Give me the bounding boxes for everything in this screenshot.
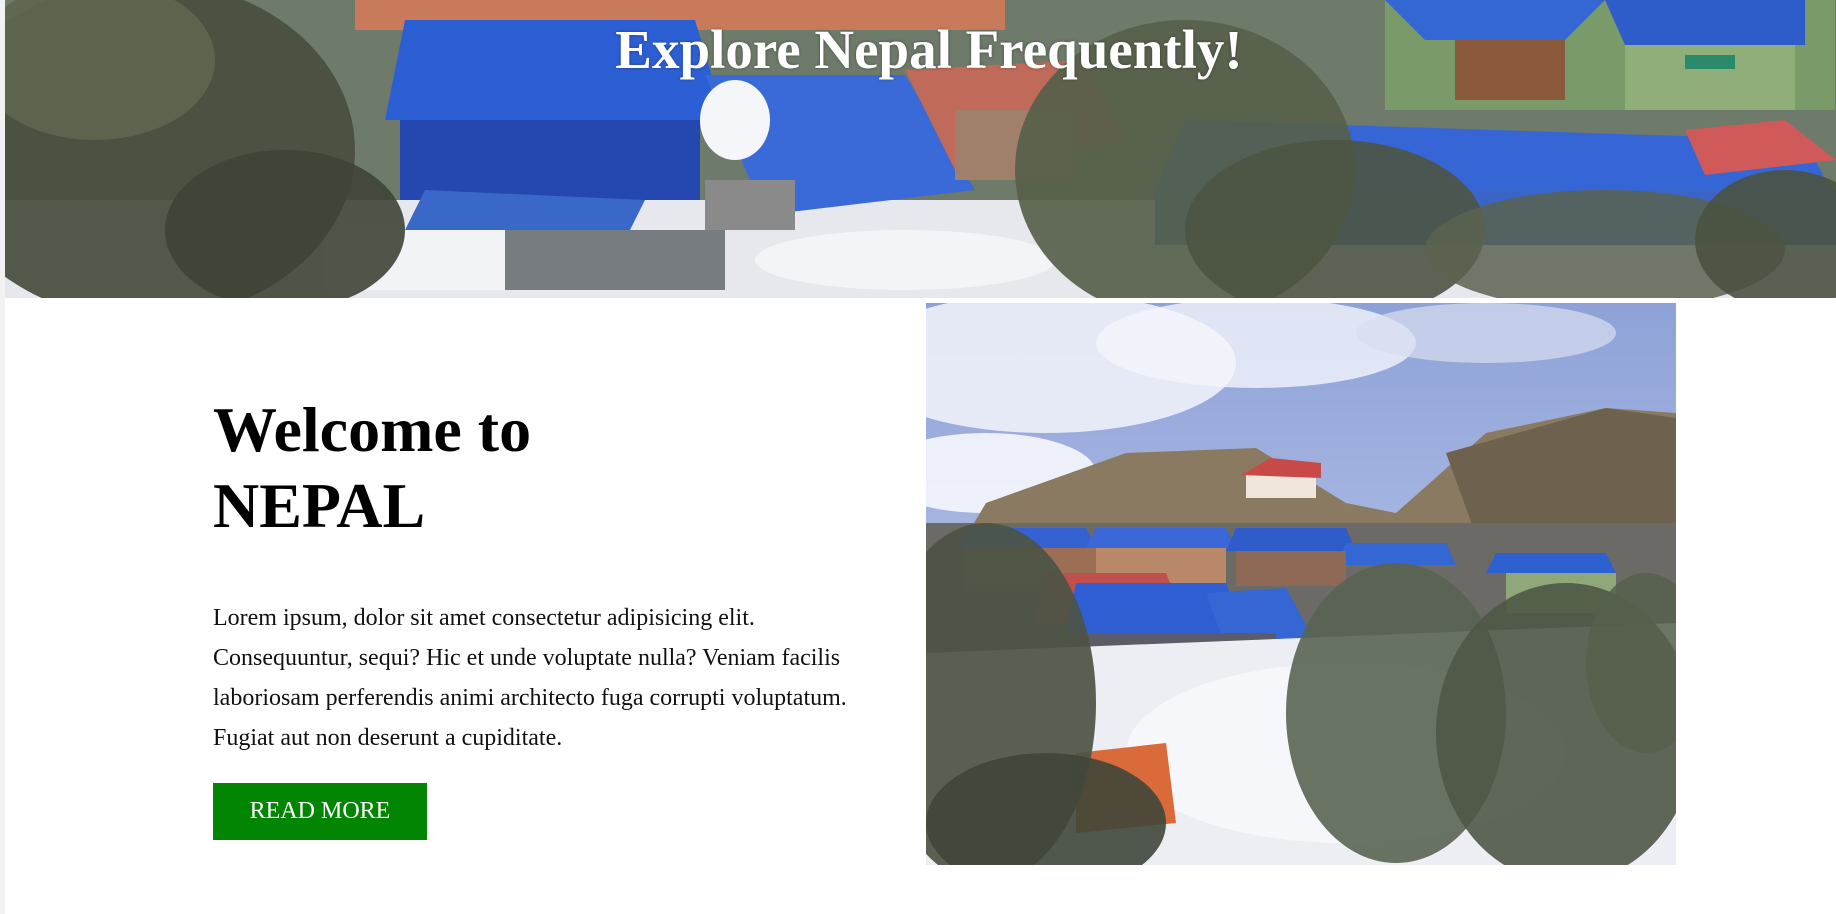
- hero-title: Explore Nepal Frequently!: [615, 19, 1243, 80]
- mountain-village-photo: [926, 303, 1676, 865]
- read-more-button[interactable]: READ MORE: [213, 783, 427, 840]
- hero-banner: Explore Nepal Frequently!: [5, 0, 1836, 298]
- village-photo: [926, 303, 1676, 865]
- intro-paragraph: Lorem ipsum, dolor sit amet consectetur …: [213, 605, 847, 751]
- page-heading: Welcome to NEPAL: [213, 394, 532, 541]
